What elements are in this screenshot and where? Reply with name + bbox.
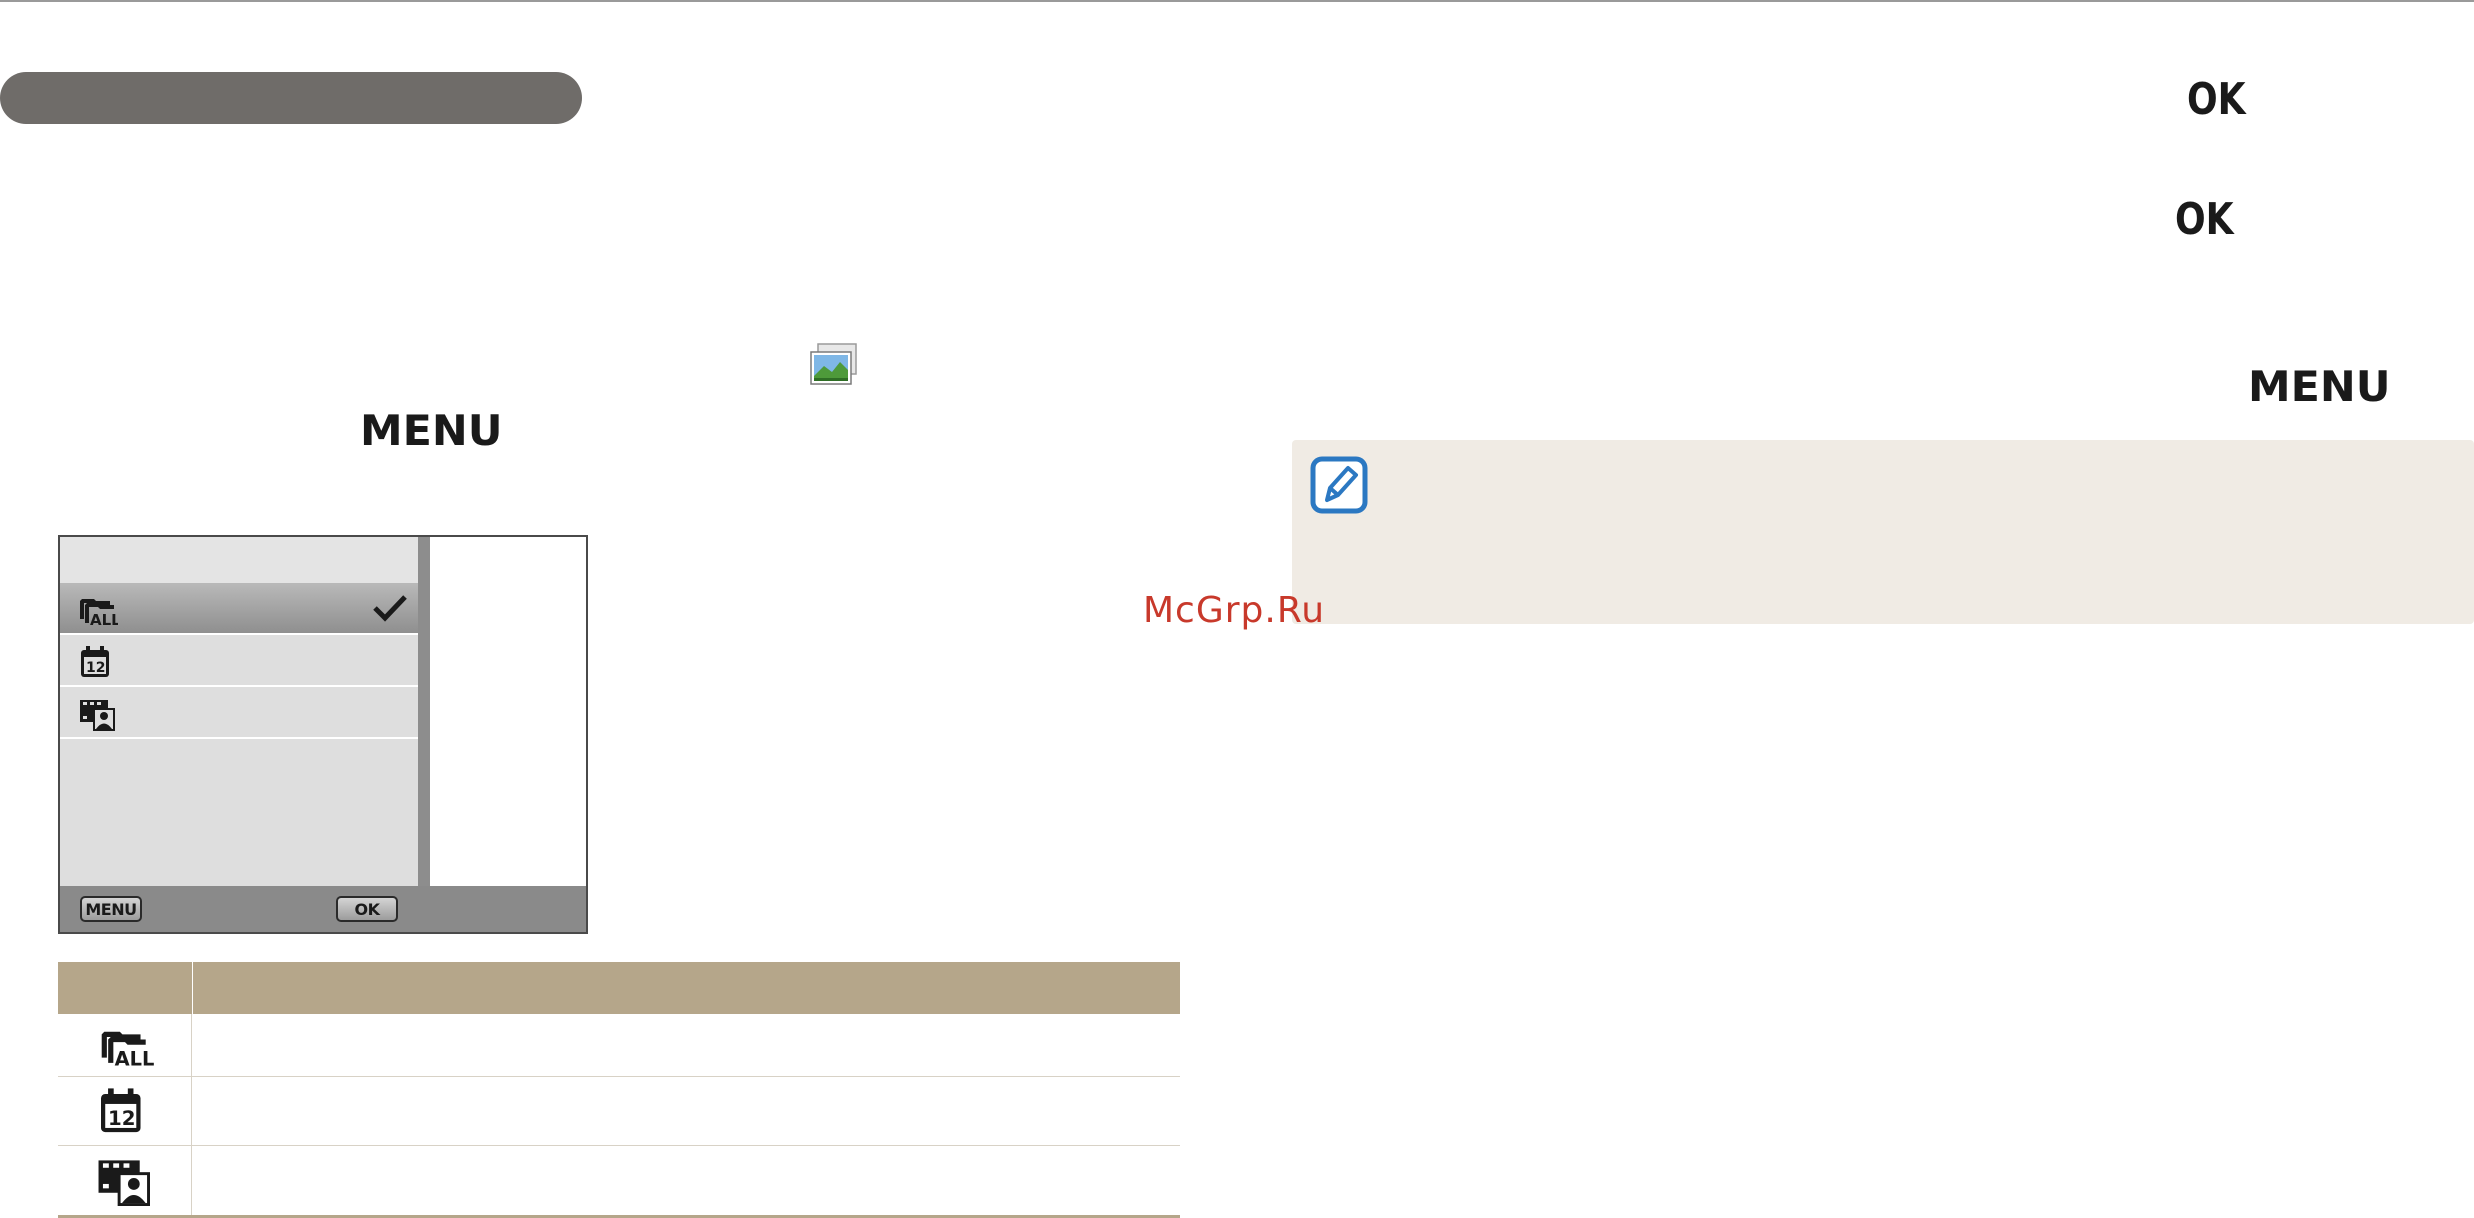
screen-menu-panel: ALL 12 xyxy=(60,537,418,886)
camera-screen: ALL 12 MENU OK xyxy=(58,535,588,934)
screen-header xyxy=(60,537,418,583)
screen-scrollbar[interactable] xyxy=(418,537,430,886)
date-calendar-icon: 12 xyxy=(81,646,109,677)
check-icon xyxy=(373,595,407,622)
face-filmstrip-icon xyxy=(80,700,115,731)
screen-row-face[interactable] xyxy=(60,687,418,739)
screen-row-date[interactable]: 12 xyxy=(60,635,418,687)
face-filmstrip-icon xyxy=(98,1160,150,1206)
table-icon-cell: ALL xyxy=(58,1014,192,1076)
option-table: ALL 12 xyxy=(58,962,1180,1218)
all-files-icon: ALL xyxy=(80,599,118,627)
watermark: McGrp.Ru xyxy=(1143,590,1326,631)
ok-button-label: OK xyxy=(2187,74,2246,125)
table-row xyxy=(58,1146,1180,1215)
table-icon-cell: 12 xyxy=(58,1077,192,1145)
svg-text:12: 12 xyxy=(108,1107,135,1130)
top-rule xyxy=(0,0,2474,2)
table-header xyxy=(58,962,1180,1014)
menu-button-label: MENU xyxy=(2248,362,2391,411)
screen-row-all[interactable]: ALL xyxy=(60,583,418,635)
ok-softkey[interactable]: OK xyxy=(336,896,398,922)
section-title-bar xyxy=(0,72,582,124)
all-files-icon: ALL xyxy=(101,1031,155,1068)
svg-text:ALL: ALL xyxy=(115,1047,155,1068)
table-icon-cell xyxy=(58,1146,192,1215)
svg-text:ALL: ALL xyxy=(90,611,118,627)
note-pencil-icon xyxy=(1310,456,1368,514)
menu-softkey[interactable]: MENU xyxy=(80,896,142,922)
table-row: ALL xyxy=(58,1014,1180,1077)
screen-softkey-bar: MENU OK xyxy=(60,886,586,932)
note-box xyxy=(1292,440,2474,624)
playback-icon xyxy=(810,343,857,385)
date-calendar-icon: 12 xyxy=(101,1088,141,1133)
svg-text:12: 12 xyxy=(86,660,105,676)
ok-button-label: OK xyxy=(2175,194,2234,245)
table-row: 12 xyxy=(58,1077,1180,1146)
menu-button-label: MENU xyxy=(360,406,503,455)
